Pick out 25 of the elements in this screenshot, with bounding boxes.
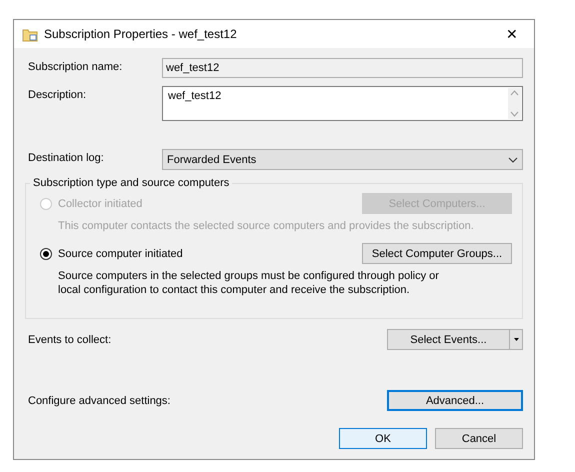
field-label: Subscription name: — [28, 60, 124, 73]
close-button[interactable]: ✕ — [498, 26, 526, 42]
action-label: Configure advanced settings: — [28, 394, 170, 406]
scroll-up-icon[interactable] — [510, 90, 519, 96]
radio-label[interactable]: Source computer initiated — [58, 248, 183, 260]
text-area[interactable]: wef_test12 — [162, 86, 523, 121]
split-button[interactable]: Select Events... — [387, 329, 523, 350]
dialog-button[interactable]: OK — [339, 428, 427, 449]
radio-button[interactable] — [40, 248, 52, 260]
dialog-button[interactable]: Cancel — [435, 428, 523, 449]
text-field[interactable]: wef_test12 — [162, 58, 523, 78]
option-description: Source computers in the selected groups must be configured through policy or local configuration to contact this computer and receive the subscription. — [58, 269, 439, 297]
advanced-button[interactable]: Advanced... — [387, 390, 523, 411]
field-label: Destination log: — [28, 151, 105, 164]
folder-icon — [22, 26, 38, 42]
option-description: This computer contacts the selected source computers and provides the subscription. — [58, 219, 474, 233]
action-label: Events to collect: — [28, 334, 112, 346]
dropdown[interactable]: Forwarded Events — [162, 149, 523, 170]
select-button[interactable]: Select Computer Groups... — [362, 243, 512, 264]
chevron-down-icon — [508, 156, 518, 162]
group-title: Subscription type and source computers — [32, 177, 230, 189]
window-title: Subscription Properties - wef_test12 — [44, 27, 238, 41]
field-label: Description: — [28, 88, 88, 101]
dropdown-arrow-icon — [514, 338, 518, 341]
scroll-down-icon[interactable] — [510, 111, 519, 117]
